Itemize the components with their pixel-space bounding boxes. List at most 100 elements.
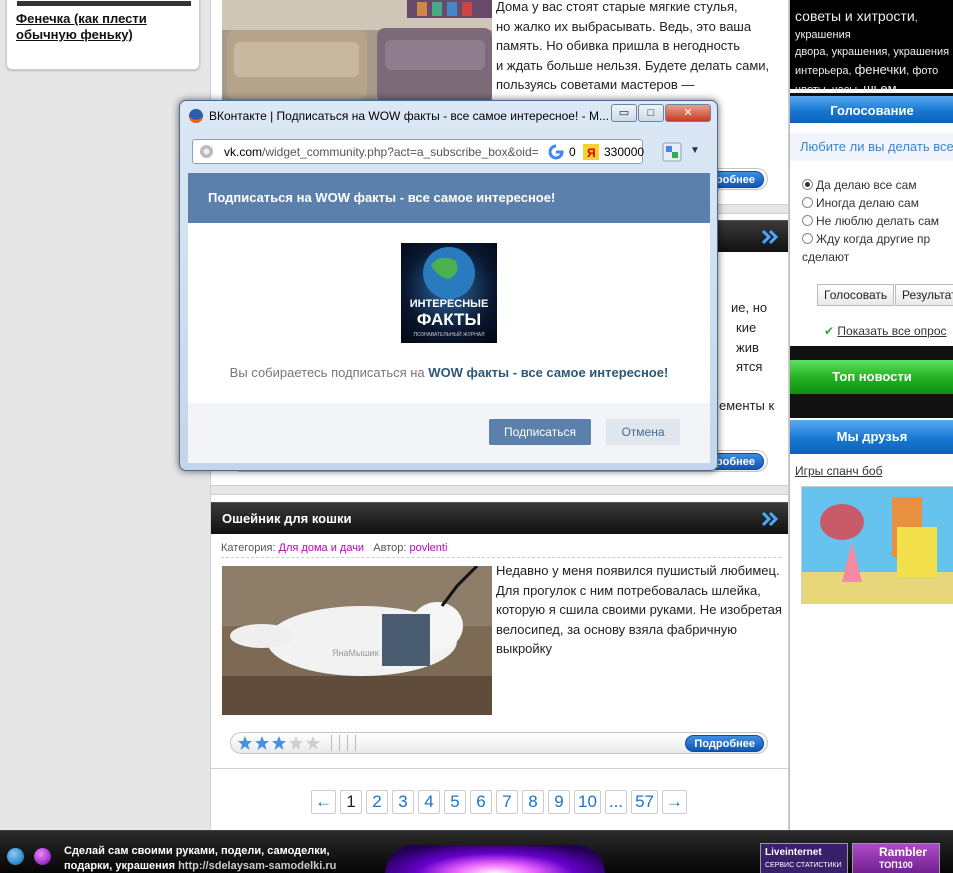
counter-label: Liveinternet <box>765 847 822 858</box>
tag-link[interactable]: украшения <box>795 29 851 41</box>
tag-link[interactable]: двора <box>795 46 826 58</box>
pagination: ← 1 2 3 4 5 6 7 8 9 10... 57 → <box>311 790 688 814</box>
poll-option-label: Иногда делаю сам <box>816 196 919 210</box>
tag-link[interactable]: фенечки <box>855 62 907 77</box>
page-link[interactable]: 1 <box>340 790 362 814</box>
footer-line: Сделай сам своими руками, подели, самоде… <box>64 845 330 857</box>
radio[interactable] <box>802 233 813 244</box>
page-link[interactable]: 7 <box>496 790 518 814</box>
tag-link[interactable]: украшения <box>893 46 949 58</box>
cover-title-line: ИНТЕРЕСНЫЕ <box>410 298 489 310</box>
post2-text-fragment: ие, но <box>731 300 768 315</box>
show-all-polls[interactable]: ✔ Показать все опрос <box>824 324 947 338</box>
maximize-button[interactable]: □ <box>638 104 664 122</box>
minimize-button[interactable]: ▭ <box>611 104 637 122</box>
page-link[interactable]: 8 <box>522 790 544 814</box>
url-domain: vk.com <box>224 145 263 159</box>
post2-text-fragment: кие <box>736 320 757 335</box>
radio[interactable] <box>802 197 813 208</box>
poll-option-label-cont: сделают <box>802 250 850 264</box>
yandex-icon: Я <box>583 144 599 160</box>
post3-more-button[interactable]: Подробнее <box>685 735 764 752</box>
dark-strip <box>790 394 953 418</box>
post3-text: Недавно у меня появился пушистый любимец… <box>496 561 786 659</box>
tag-link[interactable]: украшения <box>832 46 888 58</box>
rambler-counter[interactable]: Rambler ТОП100 <box>852 843 940 873</box>
page-link[interactable]: 2 <box>366 790 388 814</box>
google-pr-icon <box>548 144 564 160</box>
vk-dialog-body: ИНТЕРЕСНЫЕ ФАКТЫ ПОЗНАВАТЕЛЬНЫЙ ЖУРНАЛ В… <box>188 223 710 403</box>
star-icon[interactable] <box>271 735 287 751</box>
poll-option[interactable]: Иногда делаю сам <box>802 196 919 210</box>
spongebob-picture <box>802 487 953 603</box>
page-link[interactable]: 57 <box>631 790 659 814</box>
page-link[interactable]: → <box>662 790 688 814</box>
chevron-down-icon[interactable]: ▼ <box>690 145 700 156</box>
show-all-polls-link[interactable]: Показать все опрос <box>837 324 946 338</box>
category-link[interactable]: Для дома и дачи <box>279 542 365 554</box>
tag-link[interactable]: советы и хитрости <box>795 8 915 24</box>
rating-divider <box>355 735 356 751</box>
page-link[interactable]: 4 <box>418 790 440 814</box>
seo-toolbar-icon[interactable] <box>662 142 682 162</box>
footer-glow-decoration <box>385 845 605 873</box>
radio-selected[interactable] <box>802 179 813 190</box>
cover-title-line: ФАКТЫ <box>417 310 481 329</box>
community-name[interactable]: WOW факты - все самое интересное! <box>428 365 668 380</box>
page-link[interactable]: 9 <box>548 790 570 814</box>
author-link[interactable]: povlenti <box>409 542 447 554</box>
left-link-fenechka[interactable]: Фенечка (как плести обычную феньку) <box>16 11 186 43</box>
page-link[interactable]: 10 <box>574 790 601 814</box>
community-cover[interactable]: ИНТЕРЕСНЫЕ ФАКТЫ ПОЗНАВАТЕЛЬНЫЙ ЖУРНАЛ <box>401 243 497 343</box>
sofa-image[interactable] <box>222 0 492 103</box>
double-chevron-icon[interactable] <box>760 227 780 247</box>
spongebob-banner[interactable] <box>801 486 953 604</box>
post3-rating-bar: Подробнее <box>230 732 768 754</box>
star-icon[interactable] <box>305 735 321 751</box>
dark-strip <box>790 346 953 360</box>
tag-link[interactable]: интерьера <box>795 65 848 77</box>
results-button[interactable]: Результат <box>895 284 953 306</box>
radio[interactable] <box>802 215 813 226</box>
address-bar[interactable]: vk.com/widget_community.php?act=a_subscr… <box>192 139 644 164</box>
url-text[interactable]: vk.com/widget_community.php?act=a_subscr… <box>224 145 542 159</box>
post1-line: память. Но обивка пришла в негодность <box>496 38 741 53</box>
firefox-icon <box>189 109 203 123</box>
star-icon[interactable] <box>254 735 270 751</box>
cat-image[interactable]: ЯнаМышик <box>222 566 492 715</box>
vk-dialog-footer: Подписаться Отмена <box>188 403 710 463</box>
star-icon[interactable] <box>288 735 304 751</box>
post3-title[interactable]: Ошейник для кошки <box>222 511 351 526</box>
page-link[interactable]: ... <box>604 790 628 814</box>
poll-option[interactable]: Жду когда другие пр <box>802 232 930 246</box>
blue-dot-icon <box>7 848 24 865</box>
friends-header: Мы друзья <box>790 420 953 454</box>
cat-picture: ЯнаМышик <box>222 566 492 715</box>
footer-line: подарки, украшения <box>64 860 175 872</box>
footer-bar: Сделай сам своими руками, подели, самоде… <box>0 830 953 873</box>
post3-line: которую я сшила своими руками. Не изобре… <box>496 602 782 617</box>
poll-option[interactable]: Не люблю делать сам <box>802 214 939 228</box>
post1-line: Дома у вас стоят старые мягкие стулья, <box>496 0 738 14</box>
close-button[interactable]: ✕ <box>665 104 711 122</box>
vote-button[interactable]: Голосовать <box>817 284 895 306</box>
left-card: Фенечка (как плести обычную феньку) <box>6 0 200 70</box>
star-icon[interactable] <box>237 735 253 751</box>
top-news-header[interactable]: Топ новости <box>790 360 953 394</box>
page-link[interactable]: 6 <box>470 790 492 814</box>
page-link[interactable]: 5 <box>444 790 466 814</box>
subscribe-button[interactable]: Подписаться <box>489 419 591 445</box>
tag-link[interactable]: фото <box>912 65 938 77</box>
page-link[interactable]: ← <box>311 790 336 814</box>
friend-link-spongebob[interactable]: Игры спанч боб <box>795 464 882 478</box>
page-link[interactable]: 3 <box>392 790 414 814</box>
cancel-button[interactable]: Отмена <box>606 419 680 445</box>
subscribe-message: Вы собираетесь подписаться на WOW факты … <box>188 365 710 380</box>
double-chevron-icon[interactable] <box>760 509 780 529</box>
footer-url[interactable]: http://sdelaysam-samodelki.ru <box>178 860 336 872</box>
liveinternet-counter[interactable]: Liveinternet СЕРВИС СТАТИСТИКИ <box>760 843 848 873</box>
poll-option[interactable]: Да делаю все сам <box>802 178 917 192</box>
rating-stars[interactable] <box>237 735 321 751</box>
svg-text:Я: Я <box>587 146 596 160</box>
post3-line: Недавно у меня появился пушистый любимец… <box>496 563 780 578</box>
